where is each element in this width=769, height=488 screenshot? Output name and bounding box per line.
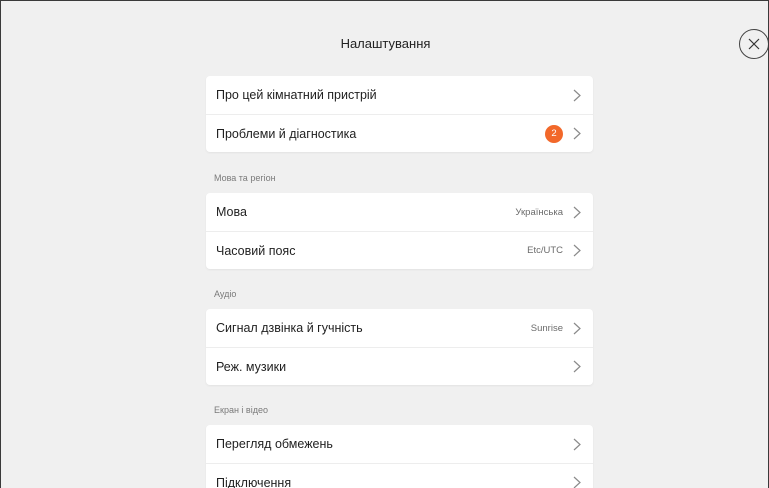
settings-item-language[interactable]: Мова Українська [206,193,593,231]
chevron-right-icon [573,476,581,488]
settings-item-label: Мова [216,205,247,219]
settings-item-diagnostics[interactable]: Проблеми й діагностика 2 [206,114,593,152]
page-title: Налаштування [340,36,431,51]
settings-card-language-region: Мова Українська Часовий пояс Etc/UTC [206,193,593,269]
settings-item-label: Часовий пояс [216,243,296,258]
settings-item-label: Проблеми й діагностика [216,126,357,141]
chevron-right-icon [573,127,581,140]
section-label-screen-video: Екран і відео [214,405,268,415]
chevron-right-icon [573,89,581,101]
settings-screen: Налаштування Про цей кімнатний пристрій … [0,0,769,488]
chevron-right-icon [573,360,581,373]
chevron-right-icon [573,322,581,334]
settings-item-value: Українська [515,206,563,218]
section-label-language-region: Мова та регіон [214,173,276,183]
settings-item-connections[interactable]: Підключення [206,463,593,488]
chevron-right-icon [573,206,581,218]
close-button[interactable] [739,29,768,59]
settings-item-timezone[interactable]: Часовий пояс Etc/UTC [206,231,593,269]
settings-item-label: Перегляд обмежень [216,437,333,451]
settings-item-label: Підключення [216,475,292,488]
chevron-right-icon [573,244,581,257]
settings-item-value: Etc/UTC [527,245,563,256]
issues-count-badge: 2 [545,124,563,143]
settings-card-general: Про цей кімнатний пристрій Проблеми й ді… [206,76,593,152]
close-icon [748,38,760,50]
settings-card-screen-video: Перегляд обмежень Підключення [206,425,593,488]
settings-item-value: Sunrise [530,322,563,334]
settings-item-label: Сигнал дзвінка й гучність [216,321,363,335]
section-label-audio: Аудіо [214,289,237,299]
settings-card-audio: Сигнал дзвінка й гучність Sunrise Реж. м… [206,309,593,385]
settings-item-ringtone-volume[interactable]: Сигнал дзвінка й гучність Sunrise [206,309,593,347]
settings-item-about-device[interactable]: Про цей кімнатний пристрій [206,76,593,114]
chevron-right-icon [573,438,581,450]
settings-item-view-limits[interactable]: Перегляд обмежень [206,425,593,463]
settings-item-music-mode[interactable]: Реж. музики [206,347,593,385]
settings-item-label: Про цей кімнатний пристрій [216,88,377,102]
settings-item-label: Реж. музики [216,359,287,374]
